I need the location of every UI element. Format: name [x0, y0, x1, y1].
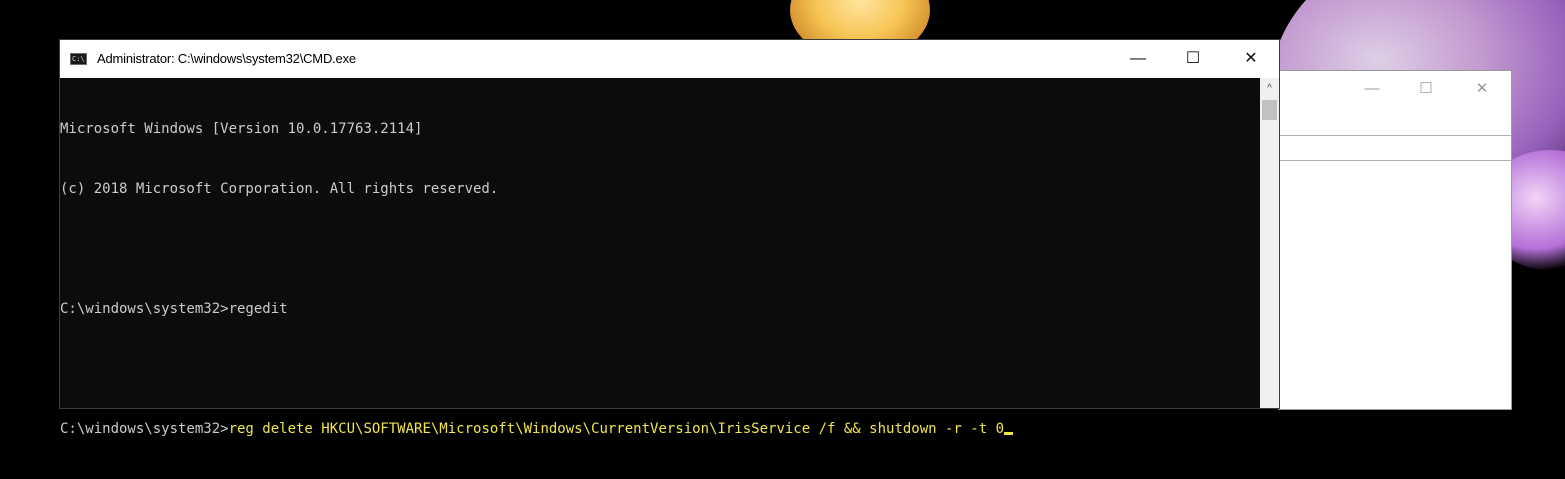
background-minimize-button[interactable]: —	[1359, 79, 1385, 99]
vertical-scrollbar[interactable]: ^	[1260, 78, 1279, 408]
background-maximize-button[interactable]: ☐	[1413, 79, 1439, 99]
cmd-window[interactable]: C:\ Administrator: C:\windows\system32\C…	[59, 39, 1280, 437]
scrollbar-thumb[interactable]	[1262, 100, 1277, 120]
text-cursor	[1004, 432, 1014, 435]
scroll-up-arrow-icon[interactable]: ^	[1260, 78, 1279, 98]
cmd-app-icon[interactable]: C:\	[70, 53, 87, 65]
console-command: reg delete HKCU\SOFTWARE\Microsoft\Windo…	[228, 421, 1005, 437]
console-prompt: C:\windows\system32>	[60, 421, 229, 437]
console-output[interactable]: Microsoft Windows [Version 10.0.17763.21…	[60, 78, 1261, 437]
background-window[interactable]: — ☐ ✕	[1278, 70, 1512, 410]
background-window-address-bar[interactable]	[1279, 135, 1511, 161]
cmd-titlebar[interactable]: C:\ Administrator: C:\windows\system32\C…	[60, 40, 1279, 78]
background-close-button[interactable]: ✕	[1469, 79, 1495, 99]
console-line: (c) 2018 Microsoft Corporation. All righ…	[60, 181, 499, 197]
console-line: C:\windows\system32>regedit	[60, 301, 288, 317]
console-input-line[interactable]: C:\windows\system32>reg delete HKCU\SOFT…	[60, 419, 1261, 439]
background-window-titlebar[interactable]: — ☐ ✕	[1279, 71, 1511, 111]
minimize-button[interactable]: —	[1115, 40, 1161, 78]
window-title: Administrator: C:\windows\system32\CMD.e…	[97, 51, 356, 66]
close-button[interactable]: ✕	[1228, 40, 1274, 78]
maximize-button[interactable]: ☐	[1170, 40, 1216, 78]
console-line: Microsoft Windows [Version 10.0.17763.21…	[60, 121, 423, 137]
